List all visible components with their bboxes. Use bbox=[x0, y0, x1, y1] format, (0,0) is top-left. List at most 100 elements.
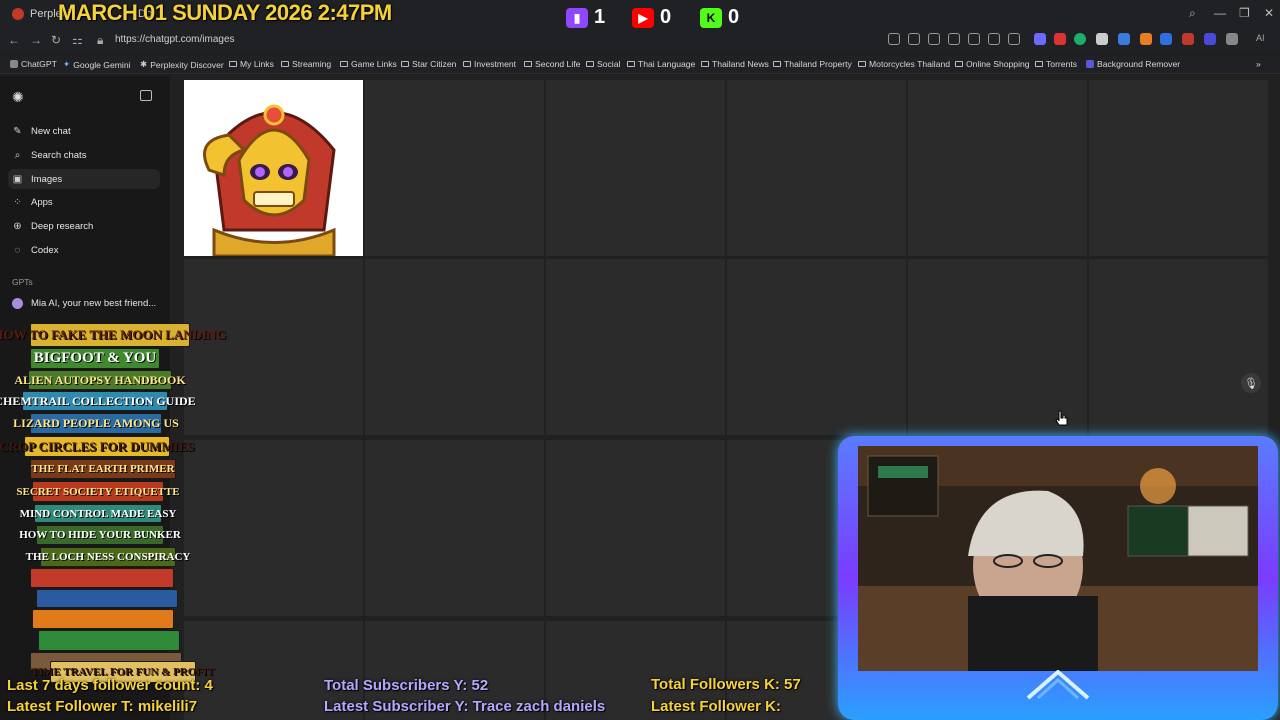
apps-icon: ⁘ bbox=[13, 196, 22, 208]
bookmark-item[interactable]: ✱ Perplexity Discover bbox=[140, 59, 224, 70]
restore-icon[interactable]: ❐ bbox=[1239, 6, 1250, 20]
image-grid-cell bbox=[908, 80, 1087, 256]
bookmark-label: Motorcycles Thailand bbox=[869, 59, 951, 69]
folder-icon bbox=[701, 61, 709, 67]
youtube-stat: ▶ 0 bbox=[632, 6, 671, 29]
sidebar-item-label: Search chats bbox=[31, 149, 87, 161]
bookmark-item[interactable]: Thailand News bbox=[701, 59, 769, 69]
extension-icon[interactable] bbox=[1140, 33, 1152, 45]
extension-icon[interactable] bbox=[1054, 33, 1066, 45]
latest-follower-t: Latest Follower T: mikelili7 bbox=[7, 698, 198, 715]
extension-icon[interactable] bbox=[1096, 33, 1108, 45]
extension-icon[interactable] bbox=[1226, 33, 1238, 45]
bookmark-item[interactable]: Torrents bbox=[1035, 59, 1077, 69]
url-field[interactable]: https://chatgpt.com/images bbox=[115, 34, 235, 45]
extension-icon[interactable] bbox=[1204, 33, 1216, 45]
book-spine: CHEMTRAIL COLLECTION GUIDE bbox=[0, 391, 196, 411]
bookmark-item[interactable]: Thailand Property bbox=[773, 59, 852, 69]
book-spine: LIZARD PEOPLE AMONG US bbox=[13, 413, 179, 434]
bookmark-item[interactable]: Thai Language bbox=[627, 59, 695, 69]
bookmark-label: ChatGPT bbox=[21, 59, 57, 69]
forward-icon[interactable]: → bbox=[30, 33, 42, 47]
extension-icon[interactable] bbox=[1118, 33, 1130, 45]
favorite-icon[interactable] bbox=[948, 33, 960, 45]
codex-icon: ◌ bbox=[14, 244, 21, 256]
sidebar-item-images[interactable]: ▣ Images bbox=[8, 169, 160, 189]
frame-ornament-icon bbox=[1026, 670, 1090, 700]
search-tabs-icon[interactable]: ⌕ bbox=[1189, 6, 1196, 21]
bookmark-item[interactable]: Investment bbox=[463, 59, 516, 69]
folder-icon bbox=[463, 61, 471, 67]
ai-button[interactable]: AI bbox=[1256, 33, 1265, 43]
book-spine: ALIEN AUTOPSY HANDBOOK bbox=[14, 370, 186, 390]
research-icon: ⊕ bbox=[13, 220, 22, 232]
kick-icon: K bbox=[700, 7, 722, 28]
youtube-count: 0 bbox=[660, 6, 672, 28]
extension-icon[interactable] bbox=[908, 33, 920, 45]
reload-icon[interactable]: ↻ bbox=[51, 33, 61, 47]
book-spine-blank bbox=[36, 589, 178, 608]
webcam-feed bbox=[858, 446, 1258, 671]
extension-icon[interactable] bbox=[1160, 33, 1172, 45]
minimize-icon[interactable]: — bbox=[1214, 6, 1226, 20]
image-grid-cell bbox=[908, 259, 1087, 435]
extension-icon[interactable] bbox=[928, 33, 940, 45]
sidebar-item-gpt[interactable]: Mia AI, your new best friend... bbox=[8, 293, 160, 313]
bookmark-item[interactable]: Game Links bbox=[340, 59, 397, 69]
sidebar-item-label: New chat bbox=[31, 125, 71, 137]
book-spine: SECRET SOCIETY ETIQUETTE bbox=[16, 481, 180, 502]
bookmark-item[interactable]: Social bbox=[586, 59, 620, 69]
close-icon[interactable]: ✕ bbox=[1264, 6, 1274, 20]
download-icon[interactable] bbox=[968, 33, 980, 45]
bookmarks-bar: ChatGPT ✦ Google Gemini ✱ Perplexity Disco… bbox=[0, 56, 1280, 74]
image-icon: ▣ bbox=[12, 173, 23, 185]
bookmark-label: Torrents bbox=[1046, 59, 1078, 69]
twitch-count: 1 bbox=[594, 6, 606, 28]
bookmark-item[interactable]: Motorcycles Thailand bbox=[858, 59, 950, 69]
menu-icon[interactable] bbox=[988, 33, 1000, 45]
sidebar-toggle-icon[interactable] bbox=[140, 90, 152, 101]
sidebar-item-label: Codex bbox=[31, 244, 59, 256]
bookmark-item[interactable]: Background Remover bbox=[1086, 59, 1180, 69]
image-grid-cell bbox=[727, 80, 906, 256]
folder-icon bbox=[955, 61, 963, 67]
lock-icon[interactable]: 🔒︎ bbox=[97, 33, 103, 48]
image-grid-cell bbox=[546, 80, 725, 256]
bookmark-item[interactable]: Star Citizen bbox=[401, 59, 456, 69]
image-grid-cell bbox=[1089, 259, 1268, 435]
generated-image-thumbnail[interactable] bbox=[184, 80, 363, 256]
profile-icon[interactable] bbox=[1008, 33, 1020, 45]
bookmark-item[interactable]: Streaming bbox=[281, 59, 331, 69]
folder-icon bbox=[340, 61, 348, 67]
kick-stat: K 0 bbox=[700, 6, 739, 29]
back-icon[interactable]: ← bbox=[8, 33, 20, 47]
extension-icon[interactable] bbox=[1182, 33, 1194, 45]
bookmark-item[interactable]: Second Life bbox=[524, 59, 580, 69]
skull-mascot-illustration bbox=[184, 80, 363, 256]
followers-7d: Last 7 days follower count: 4 bbox=[7, 677, 213, 694]
bookmark-item[interactable]: Online Shopping bbox=[955, 59, 1030, 69]
bookmark-item[interactable]: My Links bbox=[229, 59, 274, 69]
bookmark-item[interactable]: ✦ Google Gemini bbox=[63, 59, 131, 70]
perplexity-tab-icon bbox=[12, 8, 24, 20]
sidebar-item-codex[interactable]: ◌ Codex bbox=[8, 240, 160, 260]
extension-icon[interactable] bbox=[888, 33, 900, 45]
gemini-icon: ✦ bbox=[63, 59, 71, 69]
book-spine-blank bbox=[32, 609, 174, 629]
sidebar-item-new-chat[interactable]: ✎ New chat bbox=[8, 121, 160, 141]
twitch-stat: ▮ 1 bbox=[566, 6, 605, 29]
bookmark-item[interactable]: ChatGPT bbox=[10, 59, 57, 69]
remover-icon bbox=[1086, 60, 1094, 68]
sidebar-item-apps[interactable]: ⁘ Apps bbox=[8, 192, 160, 212]
sidebar-item-search-chats[interactable]: ⌕ Search chats bbox=[8, 145, 160, 165]
sidebar-item-label: Mia AI, your new best friend... bbox=[31, 297, 157, 309]
voice-mic-button[interactable]: 🎙︎ bbox=[1241, 373, 1261, 393]
image-grid-cell bbox=[546, 259, 725, 435]
extension-icon[interactable] bbox=[1074, 33, 1086, 45]
openai-logo-icon[interactable]: ✺ bbox=[12, 89, 24, 106]
kick-count: 0 bbox=[728, 6, 740, 28]
tab-search-icon[interactable]: ⚏ bbox=[72, 33, 83, 47]
sidebar-item-deep-research[interactable]: ⊕ Deep research bbox=[8, 216, 160, 236]
bookmarks-overflow-icon[interactable]: » bbox=[1256, 59, 1261, 69]
extension-icon[interactable] bbox=[1034, 33, 1046, 45]
